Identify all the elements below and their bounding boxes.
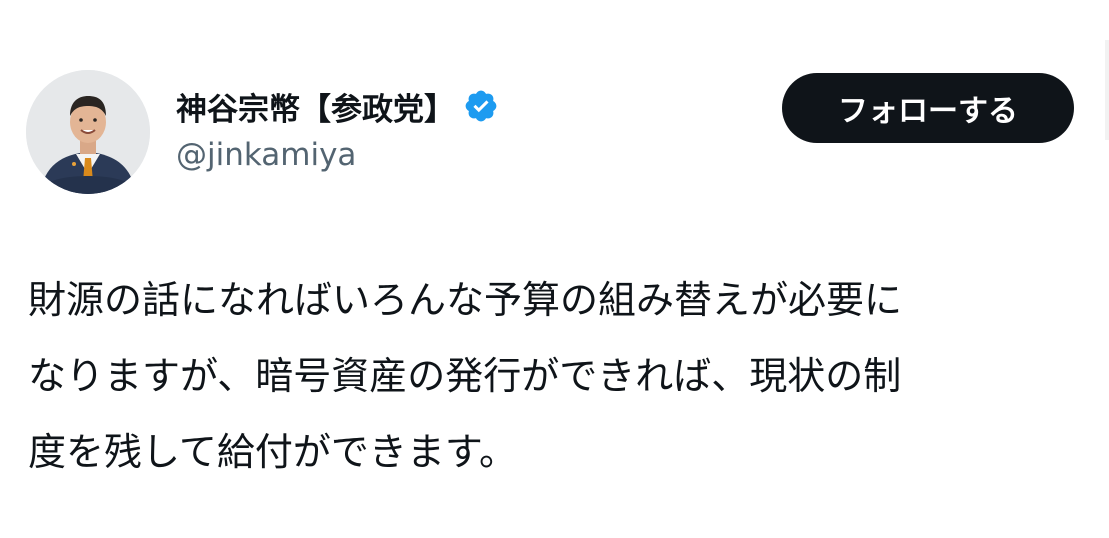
display-name[interactable]: 神谷宗幣【参政党】	[176, 84, 455, 129]
tweet-text-line: 財源の話になればいろんな予算の組み替えが必要に	[28, 278, 903, 322]
tweet-card: 神谷宗幣【参政党】 @jinkamiya フォローする 財源の話になればいろんな…	[0, 0, 1109, 538]
avatar-photo-icon	[26, 70, 150, 194]
verified-badge-icon	[463, 88, 499, 124]
scrollbar-edge	[1105, 40, 1109, 140]
tweet-text-line: 度を残して給付ができます。	[28, 430, 518, 474]
user-handle[interactable]: @jinkamiya	[176, 137, 356, 173]
author-name-row: 神谷宗幣【参政党】	[176, 84, 499, 128]
tweet-text-line: なりますが、暗号資産の発行ができれば、現状の制	[28, 354, 902, 398]
avatar[interactable]	[26, 70, 150, 194]
tweet-text: 財源の話になればいろんな予算の組み替えが必要に なりますが、暗号資産の発行ができ…	[28, 262, 1078, 490]
follow-button[interactable]: フォローする	[782, 73, 1074, 143]
